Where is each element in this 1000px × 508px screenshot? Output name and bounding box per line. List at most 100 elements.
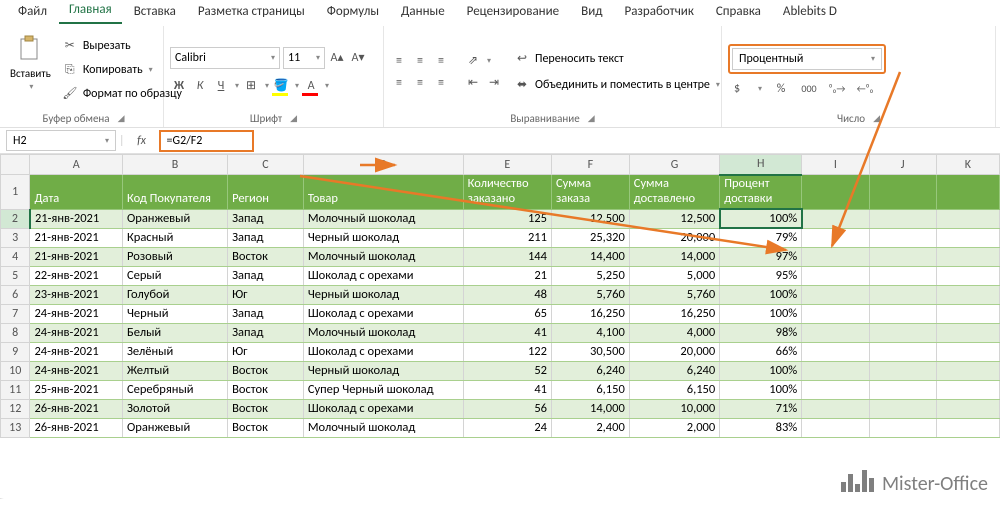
cell-G10[interactable]: 6,240 (629, 361, 719, 380)
cell-F11[interactable]: 6,150 (551, 380, 629, 399)
col-header-H[interactable]: H (720, 155, 802, 175)
cell-D8[interactable]: Молочный шоколад (303, 323, 463, 342)
cell-I7[interactable] (802, 304, 869, 323)
cell-D3[interactable]: Черный шоколад (303, 228, 463, 247)
number-launcher[interactable]: ◢ (873, 113, 880, 124)
cell-G13[interactable]: 2,000 (629, 418, 719, 437)
cell-D9[interactable]: Шоколад с орехами (303, 342, 463, 361)
spreadsheet-grid[interactable]: ABCDEFGHIJK1ДатаКод ПокупателяРегионТова… (0, 154, 1000, 438)
col-header-A[interactable]: A (30, 155, 123, 175)
cell-F6[interactable]: 5,760 (551, 285, 629, 304)
cell-K12[interactable] (936, 399, 999, 418)
cell-F9[interactable]: 30,500 (551, 342, 629, 361)
row-header-13[interactable]: 13 (1, 418, 30, 437)
cell-F3[interactable]: 25,320 (551, 228, 629, 247)
tab-рецензирование[interactable]: Рецензирование (457, 1, 569, 24)
cell-I12[interactable] (802, 399, 869, 418)
cell-C10[interactable]: Восток (228, 361, 304, 380)
increase-indent-icon[interactable]: ⇥ (485, 74, 503, 92)
cell-I11[interactable] (802, 380, 869, 399)
cell-K3[interactable] (936, 228, 999, 247)
decrease-indent-icon[interactable]: ⇤ (464, 74, 482, 92)
header-cell[interactable] (936, 175, 999, 210)
comma-format-button[interactable]: 000 (800, 80, 818, 98)
cell-K10[interactable] (936, 361, 999, 380)
orientation-icon[interactable]: ⇗ (464, 52, 482, 70)
row-header-3[interactable]: 3 (1, 228, 30, 247)
cell-K5[interactable] (936, 266, 999, 285)
cell-I4[interactable] (802, 247, 869, 266)
cell-H2[interactable]: 100% (720, 209, 802, 228)
cell-K13[interactable] (936, 418, 999, 437)
font-name-select[interactable]: Calibri▾ (170, 47, 280, 69)
cell-A11[interactable]: 25-янв-2021 (30, 380, 123, 399)
cell-G3[interactable]: 20,000 (629, 228, 719, 247)
cell-D10[interactable]: Черный шоколад (303, 361, 463, 380)
increase-decimal-button[interactable]: ⁰₀→ (828, 80, 846, 98)
row-header-12[interactable]: 12 (1, 399, 30, 418)
cell-H11[interactable]: 100% (720, 380, 802, 399)
tab-главная[interactable]: Главная (59, 0, 122, 24)
cell-I8[interactable] (802, 323, 869, 342)
cell-A5[interactable]: 22-янв-2021 (30, 266, 123, 285)
cell-G2[interactable]: 12,500 (629, 209, 719, 228)
cell-H13[interactable]: 83% (720, 418, 802, 437)
cell-F7[interactable]: 16,250 (551, 304, 629, 323)
wrap-text-button[interactable]: ↩Переносить текст (509, 48, 724, 70)
cell-C2[interactable]: Запад (228, 209, 304, 228)
header-cell[interactable]: Код Покупателя (122, 175, 227, 210)
cell-D5[interactable]: Шоколад с орехами (303, 266, 463, 285)
decrease-font-icon[interactable]: A▾ (349, 49, 367, 67)
header-cell[interactable]: Процентдоставки (720, 175, 802, 210)
cell-K6[interactable] (936, 285, 999, 304)
header-cell[interactable] (802, 175, 869, 210)
row-header-9[interactable]: 9 (1, 342, 30, 361)
header-cell[interactable] (869, 175, 936, 210)
cell-D11[interactable]: Супер Черный шоколад (303, 380, 463, 399)
cell-K2[interactable] (936, 209, 999, 228)
paste-caret[interactable]: ▾ (29, 82, 33, 92)
clipboard-launcher[interactable]: ◢ (118, 113, 125, 124)
tab-справка[interactable]: Справка (706, 1, 771, 24)
cell-C4[interactable]: Восток (228, 247, 304, 266)
percent-format-button[interactable]: % (772, 80, 790, 98)
cell-H7[interactable]: 100% (720, 304, 802, 323)
cell-H4[interactable]: 97% (720, 247, 802, 266)
select-all-corner[interactable] (1, 155, 30, 175)
cell-J13[interactable] (869, 418, 936, 437)
cell-B8[interactable]: Белый (122, 323, 227, 342)
row-header-4[interactable]: 4 (1, 247, 30, 266)
cell-F5[interactable]: 5,250 (551, 266, 629, 285)
header-cell[interactable]: Количествозаказано (463, 175, 551, 210)
cell-A13[interactable]: 26-янв-2021 (30, 418, 123, 437)
cell-A7[interactable]: 24-янв-2021 (30, 304, 123, 323)
cell-J4[interactable] (869, 247, 936, 266)
cell-A10[interactable]: 24-янв-2021 (30, 361, 123, 380)
tab-файл[interactable]: Файл (8, 1, 57, 24)
cell-H6[interactable]: 100% (720, 285, 802, 304)
alignment-launcher[interactable]: ◢ (588, 113, 595, 124)
cell-B4[interactable]: Розовый (122, 247, 227, 266)
cell-A6[interactable]: 23-янв-2021 (30, 285, 123, 304)
cell-E11[interactable]: 41 (463, 380, 551, 399)
cell-J5[interactable] (869, 266, 936, 285)
cell-I5[interactable] (802, 266, 869, 285)
cell-J8[interactable] (869, 323, 936, 342)
cell-A9[interactable]: 24-янв-2021 (30, 342, 123, 361)
cell-E7[interactable]: 65 (463, 304, 551, 323)
cell-G7[interactable]: 16,250 (629, 304, 719, 323)
align-center-icon[interactable]: ≡ (411, 74, 429, 92)
cell-C11[interactable]: Восток (228, 380, 304, 399)
align-left-icon[interactable]: ≡ (390, 74, 408, 92)
cell-B13[interactable]: Оранжевый (122, 418, 227, 437)
cell-J3[interactable] (869, 228, 936, 247)
tab-ablebits d[interactable]: Ablebits D (773, 1, 847, 24)
cell-B6[interactable]: Голубой (122, 285, 227, 304)
cell-G5[interactable]: 5,000 (629, 266, 719, 285)
cell-E10[interactable]: 52 (463, 361, 551, 380)
row-header-10[interactable]: 10 (1, 361, 30, 380)
cell-B10[interactable]: Желтый (122, 361, 227, 380)
cell-E8[interactable]: 41 (463, 323, 551, 342)
row-header-8[interactable]: 8 (1, 323, 30, 342)
cell-B12[interactable]: Золотой (122, 399, 227, 418)
